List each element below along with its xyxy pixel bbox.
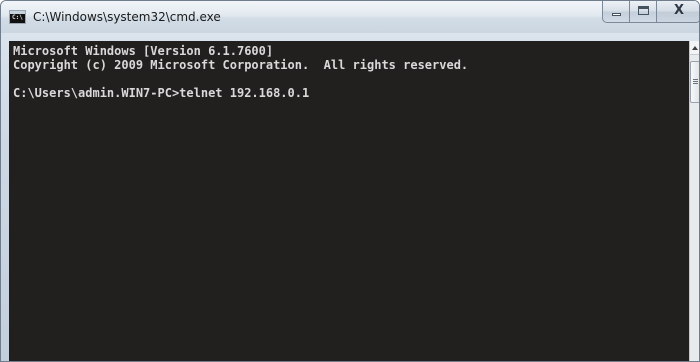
close-button[interactable]: X <box>657 1 699 23</box>
close-icon: X <box>673 3 685 18</box>
console-output[interactable]: Microsoft Windows [Version 6.1.7600] Cop… <box>9 41 689 361</box>
cmd-icon-glyph: C:\ <box>12 14 23 21</box>
cmd-window: C:\ C:\Windows\system32\cmd.exe X Micros… <box>0 0 700 362</box>
cmd-icon[interactable]: C:\ <box>9 10 26 24</box>
vertical-scrollbar[interactable] <box>689 41 699 361</box>
maximize-button[interactable] <box>630 1 657 23</box>
scroll-thumb[interactable] <box>690 61 699 103</box>
console-line-version: Microsoft Windows [Version 6.1.7600] <box>13 44 274 58</box>
minimize-icon <box>612 13 621 16</box>
window-title: C:\Windows\system32\cmd.exe <box>33 10 221 24</box>
maximize-icon <box>638 6 649 15</box>
scroll-up-arrow-icon[interactable] <box>690 41 699 55</box>
minimize-button[interactable] <box>602 1 630 23</box>
caption-buttons: X <box>602 1 699 23</box>
console-line-command: C:\Users\admin.WIN7-PC>telnet 192.168.0.… <box>13 86 310 100</box>
console-line-copyright: Copyright (c) 2009 Microsoft Corporation… <box>13 58 469 72</box>
title-bar[interactable]: C:\ C:\Windows\system32\cmd.exe X <box>1 1 699 33</box>
